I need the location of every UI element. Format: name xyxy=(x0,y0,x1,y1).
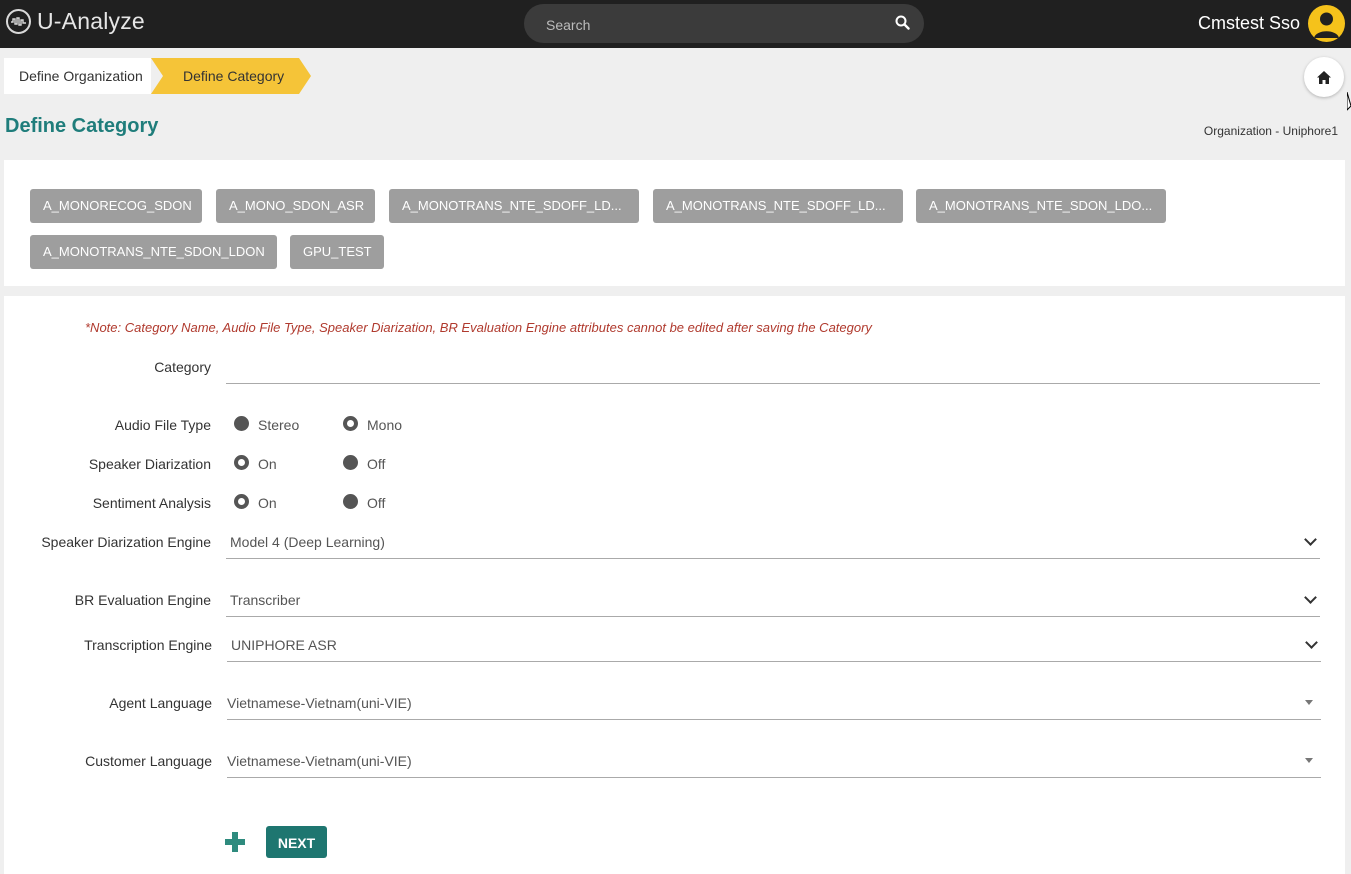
customer-language-select[interactable]: Vietnamese-Vietnam(uni-VIE) xyxy=(227,745,1321,777)
br-evaluation-engine-value: Transcriber xyxy=(230,592,301,608)
app-name: U-Analyze xyxy=(37,8,145,34)
agent-language-select[interactable]: Vietnamese-Vietnam(uni-VIE) xyxy=(227,687,1321,719)
transcription-engine-select[interactable]: UNIPHORE ASR xyxy=(227,629,1321,661)
transcription-engine-underline xyxy=(227,661,1321,662)
search-input[interactable] xyxy=(544,13,888,37)
sentiment-on-label: On xyxy=(258,495,277,511)
chevron-down-icon xyxy=(1304,591,1317,604)
speaker-diarization-label: Speaker Diarization xyxy=(88,456,211,472)
agent-language-underline xyxy=(227,719,1321,720)
transcription-engine-value: UNIPHORE ASR xyxy=(231,637,337,653)
customer-language-label: Customer Language xyxy=(85,753,212,769)
breadcrumb-define-category[interactable]: Define Category xyxy=(151,58,313,94)
speaker-diarization-engine-select[interactable]: Model 4 (Deep Learning) xyxy=(226,526,1320,558)
speaker-diarization-engine-label: Speaker Diarization Engine xyxy=(41,534,211,550)
speaker-diarization-engine-underline xyxy=(226,558,1320,559)
user-avatar-icon[interactable] xyxy=(1308,5,1345,42)
organization-label: Organization - Uniphore1 xyxy=(1203,124,1338,138)
next-button[interactable]: NEXT xyxy=(266,826,327,858)
category-chip[interactable]: A_MONOTRANS_NTE_SDOFF_LD... xyxy=(389,189,639,223)
speaker-diarization-off-label: Off xyxy=(367,456,386,472)
agent-language-label: Agent Language xyxy=(109,695,212,711)
sentiment-off-radio[interactable] xyxy=(343,494,358,509)
home-button[interactable] xyxy=(1304,57,1344,97)
audio-stereo-radio[interactable] xyxy=(234,416,249,431)
speaker-diarization-on-radio[interactable] xyxy=(234,455,249,470)
user-name[interactable]: Cmstest Sso xyxy=(1198,13,1300,34)
audio-stereo-label: Stereo xyxy=(258,417,300,433)
speaker-diarization-off-radio[interactable] xyxy=(343,455,358,470)
dropdown-arrow-icon xyxy=(1305,758,1313,763)
category-chip[interactable]: GPU_TEST xyxy=(290,235,384,269)
transcription-engine-label: Transcription Engine xyxy=(84,637,212,653)
dropdown-arrow-icon xyxy=(1305,700,1313,705)
br-evaluation-engine-label: BR Evaluation Engine xyxy=(74,592,211,608)
search-icon[interactable] xyxy=(895,15,910,35)
category-chip[interactable]: A_MONO_SDON_ASR xyxy=(216,189,375,223)
speaker-diarization-on-label: On xyxy=(258,456,277,472)
app-logo[interactable]: U-Analyze xyxy=(6,8,145,35)
chevron-down-icon xyxy=(1305,636,1318,649)
sentiment-off-label: Off xyxy=(367,495,386,511)
speaker-diarization-engine-value: Model 4 (Deep Learning) xyxy=(230,534,385,550)
top-bar: U-Analyze Cmstest Sso xyxy=(0,0,1351,48)
br-evaluation-engine-select[interactable]: Transcriber xyxy=(226,584,1320,616)
category-chip[interactable]: A_MONOTRANS_NTE_SDOFF_LD... xyxy=(653,189,903,223)
category-chip[interactable]: A_MONORECOG_SDON xyxy=(30,189,202,223)
add-icon[interactable] xyxy=(225,832,245,852)
breadcrumb-label: Define Category xyxy=(183,68,285,84)
category-chip[interactable]: A_MONOTRANS_NTE_SDON_LDO... xyxy=(916,189,1166,223)
mouse-cursor-icon xyxy=(1347,92,1351,111)
sentiment-analysis-label: Sentiment Analysis xyxy=(92,495,211,511)
breadcrumb-define-organization[interactable]: Define Organization xyxy=(4,58,151,94)
customer-language-value: Vietnamese-Vietnam(uni-VIE) xyxy=(227,753,412,769)
customer-language-underline xyxy=(227,777,1321,778)
sentiment-on-radio[interactable] xyxy=(234,494,249,509)
category-label: Category xyxy=(154,359,211,375)
agent-language-value: Vietnamese-Vietnam(uni-VIE) xyxy=(227,695,412,711)
home-icon xyxy=(1317,70,1331,84)
waveform-icon xyxy=(6,9,31,34)
chevron-down-icon xyxy=(1304,533,1317,546)
category-chip[interactable]: A_MONOTRANS_NTE_SDON_LDON xyxy=(30,235,277,269)
search-box xyxy=(524,4,924,43)
page-title: Define Category xyxy=(5,115,159,137)
edit-restriction-note: *Note: Category Name, Audio File Type, S… xyxy=(85,320,872,335)
category-underline xyxy=(226,383,1320,384)
audio-mono-label: Mono xyxy=(367,417,403,433)
breadcrumb: Define Organization xyxy=(4,58,151,94)
category-name-input[interactable] xyxy=(226,356,1324,384)
audio-file-type-label: Audio File Type xyxy=(114,417,211,433)
audio-mono-radio[interactable] xyxy=(343,416,358,431)
br-evaluation-engine-underline xyxy=(226,616,1320,617)
